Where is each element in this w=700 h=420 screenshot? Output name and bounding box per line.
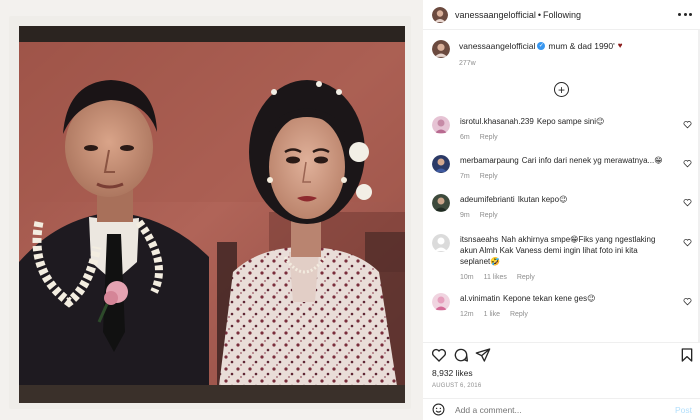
photo-frame-top [19, 26, 405, 42]
comment-avatar[interactable] [432, 194, 450, 212]
comment-time: 6m [460, 134, 470, 141]
caption-avatar[interactable] [432, 40, 450, 58]
comment-like-heart-icon[interactable] [683, 159, 692, 168]
comment-avatar[interactable] [432, 234, 450, 252]
header-username[interactable]: vanessaangelofficial [455, 10, 536, 20]
comment-time: 7m [460, 173, 470, 180]
post-comment-button[interactable]: Post [675, 405, 692, 415]
heart-icon[interactable] [431, 347, 447, 363]
photo-frame-bottom [19, 385, 405, 403]
reply-button[interactable]: Reply [480, 173, 498, 180]
comment-item: isrotul.khasanah.239 Kepo sampe sini😉 6m R… [432, 116, 694, 141]
post-header: vanessaangelofficial • Following [423, 0, 700, 30]
comment-text: Kepo sampe sini😉 [536, 117, 605, 126]
comment-like-heart-icon[interactable] [683, 238, 692, 247]
polaroid-frame [9, 16, 411, 409]
add-comment-bar: Post [423, 398, 700, 420]
comment-username[interactable]: isrotul.khasanah.239 [460, 117, 534, 126]
comment-time: 10m [460, 274, 474, 281]
header-separator: • [537, 9, 542, 20]
comment-avatar[interactable] [432, 116, 450, 134]
caption-text: mum & dad 1990' [548, 41, 615, 51]
caption-username[interactable]: vanessaangelofficial [459, 40, 535, 52]
emoji-icon[interactable] [432, 403, 445, 416]
reply-button[interactable]: Reply [480, 212, 498, 219]
more-options-icon[interactable] [678, 8, 692, 20]
heart-emoji-icon: ♥ [617, 41, 623, 50]
comment-time: 9m [460, 212, 470, 219]
comment-like-heart-icon[interactable] [683, 120, 692, 129]
comment-avatar[interactable] [432, 155, 450, 173]
comment-username[interactable]: merbamarpaung [460, 156, 519, 165]
reply-button[interactable]: Reply [480, 134, 498, 141]
post-media[interactable] [0, 0, 423, 420]
comment-avatar[interactable] [432, 293, 450, 311]
comment-item: itsnsaeahs Nah akhirnya smpe😁Fiks yang ng… [432, 234, 694, 281]
save-icon[interactable] [679, 347, 695, 363]
comment-item: al.vinimatin Kepone tekan kene ges😉 12m 1 … [432, 293, 694, 318]
comment-text: Cari info dari nenek yg merawatnya...😁 [521, 156, 663, 165]
comment-username[interactable]: al.vinimatin [460, 294, 500, 303]
comment-like-heart-icon[interactable] [683, 297, 692, 306]
caption-time: 277w [459, 60, 476, 67]
share-icon[interactable] [475, 347, 491, 363]
comment-likes[interactable]: 11 likes [484, 274, 507, 281]
verified-icon: ✓ [537, 42, 546, 50]
post-actions [423, 342, 700, 366]
following-button[interactable]: Following [543, 10, 581, 20]
reply-button[interactable]: Reply [510, 311, 528, 318]
post-sidebar: vanessaangelofficial • Following vanessa… [423, 0, 700, 420]
add-comment-input[interactable] [455, 404, 655, 415]
comment-text: Kepone tekan kene ges😉 [503, 294, 596, 303]
reply-button[interactable]: Reply [517, 274, 535, 281]
comment-item: merbamarpaung Cari info dari nenek yg mer… [432, 155, 694, 180]
post-caption: vanessaangelofficial ✓ mum & dad 1990' ♥… [432, 40, 682, 67]
header-avatar[interactable] [432, 6, 448, 23]
comment-item: adeumifebrianti Ikutan kepo😉 9m Reply [432, 194, 694, 219]
comment-username[interactable]: itsnsaeahs [460, 235, 498, 244]
comment-likes[interactable]: 1 like [484, 311, 500, 318]
comment-time: 12m [460, 311, 474, 318]
comment-text: Ikutan kepo😉 [517, 195, 568, 204]
likes-count[interactable]: 8,932 likes [432, 368, 473, 378]
couple-photo [19, 42, 405, 386]
comment-username[interactable]: adeumifebrianti [460, 195, 515, 204]
comment-like-heart-icon[interactable] [683, 198, 692, 207]
comment-icon[interactable] [453, 347, 469, 363]
load-more-comments-icon[interactable]: + [554, 82, 569, 97]
post-date: AUGUST 6, 2016 [432, 383, 482, 389]
